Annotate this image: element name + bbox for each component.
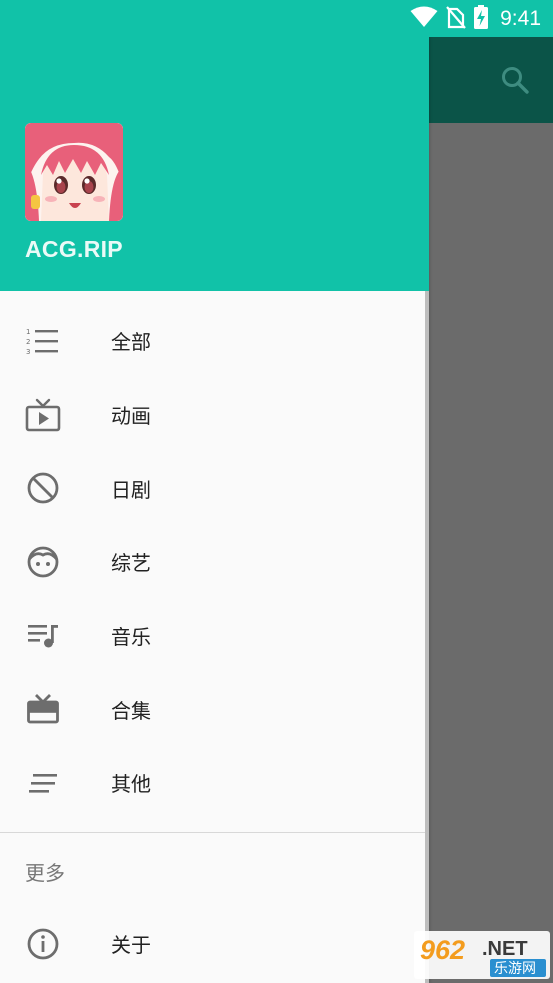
clock: 9:41 [500,6,541,30]
nav-item-animation[interactable]: 动画 [0,378,425,452]
drawer-nav-list: 1 2 3 全部 动画 日剧 综艺 音乐 合集 其他 [0,304,425,820]
svg-text:2: 2 [26,338,30,346]
gift-box-icon [25,691,61,727]
drawer-header-title: ACG.RIP [25,236,123,262]
nav-item-other[interactable]: 其他 [0,746,425,820]
nav-label: 全部 [111,330,151,355]
nav-item-drama[interactable]: 日剧 [0,451,425,525]
watermark-logo: 962 .NET 乐游网 [414,931,550,979]
navigation-drawer: ACG.RIP 1 2 3 全部 动画 日剧 综艺 音乐 合集 其他 更多 关于 [0,37,429,983]
nav-item-music[interactable]: 音乐 [0,599,425,673]
drawer-header: ACG.RIP [0,37,429,291]
music-list-icon [25,618,61,654]
battery-charging-icon [474,4,489,33]
block-icon [25,470,61,506]
nav-label: 其他 [111,772,151,797]
nav-label: 合集 [111,698,151,723]
nav-item-variety[interactable]: 综艺 [0,525,425,599]
nav-label: 动画 [111,404,151,429]
wifi-icon [410,6,438,32]
more-section-header: 更多 [25,861,65,885]
watermark-number: 962 [420,935,465,965]
watermark-domain: .NET [482,938,528,960]
search-icon[interactable] [498,63,532,97]
drawer-scrollbar[interactable] [425,291,429,983]
nav-item-collection[interactable]: 合集 [0,672,425,746]
section-divider [0,832,425,833]
watermark-caption: 乐游网 [494,961,536,977]
nav-item-about[interactable]: 关于 [0,907,425,980]
svg-text:1: 1 [26,328,30,336]
info-icon [25,926,61,962]
nav-label: 音乐 [111,625,151,650]
status-icons: 9:41 [410,0,541,37]
face-icon [25,544,61,580]
avatar [25,123,123,221]
nav-label: 日剧 [111,477,151,502]
nav-label: 综艺 [111,551,151,576]
nav-item-all[interactable]: 1 2 3 全部 [0,304,425,378]
tv-icon [25,397,61,433]
short-text-icon [25,765,61,801]
status-bar: 9:41 [0,0,553,37]
svg-text:3: 3 [26,348,30,355]
no-sim-icon [446,5,466,33]
nav-label: 关于 [111,933,151,957]
numbered-list-icon: 1 2 3 [25,323,61,359]
